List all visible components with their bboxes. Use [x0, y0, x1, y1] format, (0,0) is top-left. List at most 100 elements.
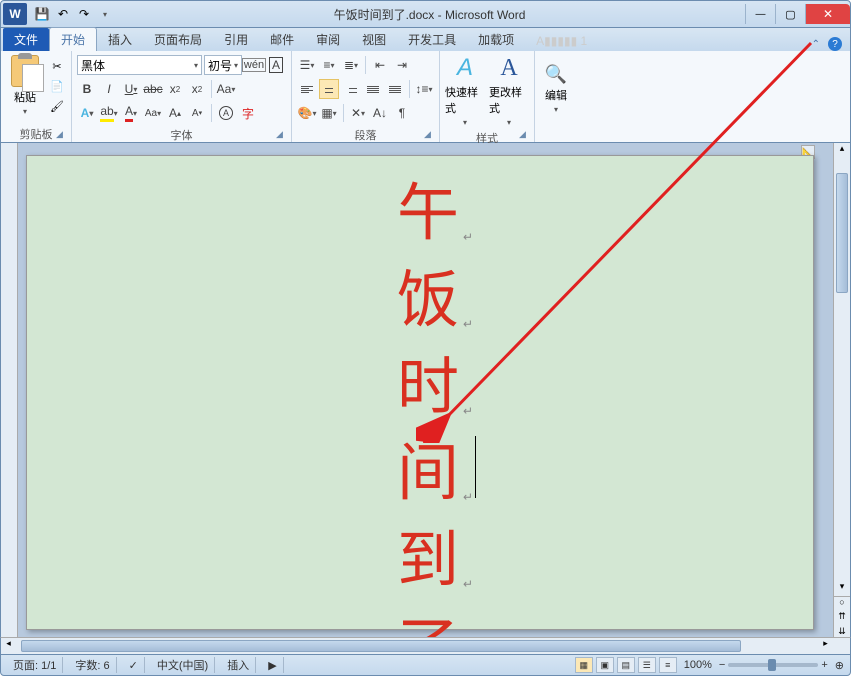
bullets-button[interactable]: ☰▾ [297, 55, 317, 75]
status-bar: 页面: 1/1 字数: 6 ✓ 中文(中国) 插入 ▶ ▦ ▣ ▤ ☰ ≡ 10… [0, 654, 851, 676]
pinyin-guide-button[interactable]: wén [244, 55, 264, 75]
font-group: 黑体▾ 初号▾ wén A B I U▾ abc x2 x2 Aa▾ A▾ [72, 51, 292, 142]
clipboard-group: 粘贴 ▾ ✂ 📄 🖌 剪贴板 ◢ [1, 51, 72, 142]
zoom-in-button[interactable]: + [821, 659, 827, 671]
zoom-slider[interactable] [728, 663, 818, 667]
font-color-button[interactable]: A▾ [121, 103, 141, 123]
maximize-button[interactable] [775, 4, 805, 24]
title-bar: W 💾 ↶ ↷ ▾ 午饭时间到了.docx - Microsoft Word [0, 0, 851, 28]
distribute-button[interactable] [385, 79, 405, 99]
align-right-button[interactable] [341, 79, 361, 99]
quick-styles-button[interactable]: A 快速样式 ▾ [445, 54, 485, 127]
qat-customize[interactable]: ▾ [96, 5, 114, 23]
change-case-button[interactable]: Aa▾ [216, 79, 236, 99]
page[interactable]: 午↵ 饭↵ 时↵ 间↵ 到↵ 了 [26, 155, 814, 630]
scroll-thumb[interactable] [836, 173, 848, 293]
copy-button[interactable]: 📄 [48, 77, 66, 95]
paragraph-mark: ↵ [463, 403, 473, 420]
paste-button[interactable]: 粘贴 ▾ [6, 54, 44, 116]
highlight-button[interactable]: ab▾ [99, 103, 119, 123]
tab-home[interactable]: 开始 [49, 27, 97, 51]
minimize-button[interactable] [745, 4, 775, 24]
zoom-fit-button[interactable]: ⊕ [835, 659, 844, 672]
vertical-scrollbar[interactable]: ▴ ▾ ○ ⇈ ⇊ [833, 143, 850, 637]
document-viewport[interactable]: 📐 午↵ 饭↵ 时↵ 间↵ 到↵ 了 [18, 143, 833, 637]
print-layout-view[interactable]: ▦ [575, 657, 593, 673]
proofing-status[interactable]: ✓ [123, 657, 145, 673]
fullscreen-view[interactable]: ▣ [596, 657, 614, 673]
align-left-button[interactable] [297, 79, 317, 99]
window-title: 午饭时间到了.docx - Microsoft Word [114, 6, 745, 23]
borders-button[interactable]: ▦▾ [319, 103, 339, 123]
paragraph-mark: ↵ [463, 316, 473, 333]
help-icon[interactable]: ? [828, 37, 842, 51]
text-effects-button[interactable]: A▾ [77, 103, 97, 123]
numbering-button[interactable]: ≡▾ [319, 55, 339, 75]
tab-developer[interactable]: 开发工具 [397, 28, 467, 51]
line-spacing-button[interactable]: ↕≡▾ [414, 79, 434, 99]
horizontal-scrollbar[interactable]: ◂ ▸ [0, 637, 851, 654]
tab-references[interactable]: 引用 [213, 28, 259, 51]
sort-button[interactable]: A↓ [370, 103, 390, 123]
redo-button[interactable]: ↷ [75, 5, 93, 23]
document-area: 📐 午↵ 饭↵ 时↵ 间↵ 到↵ 了 ▴ ▾ ○ ⇈ ⇊ [0, 143, 851, 637]
tab-addins[interactable]: 加载项 [467, 28, 525, 51]
tab-review[interactable]: 审阅 [305, 28, 351, 51]
multilevel-button[interactable]: ≣▾ [341, 55, 361, 75]
char-shading-button[interactable]: Aa▾ [143, 103, 163, 123]
minimize-ribbon-icon[interactable]: ⌃ [812, 39, 820, 50]
superscript-button[interactable]: x2 [187, 79, 207, 99]
shading-button[interactable]: 🎨▾ [297, 103, 317, 123]
word-count-status[interactable]: 字数: 6 [69, 657, 116, 673]
page-number-status[interactable]: 页面: 1/1 [7, 657, 63, 673]
show-marks-button[interactable]: ¶ [392, 103, 412, 123]
outline-view[interactable]: ☰ [638, 657, 656, 673]
justify-button[interactable] [363, 79, 383, 99]
grow-font-button[interactable]: A▴ [165, 103, 185, 123]
undo-button[interactable]: ↶ [54, 5, 72, 23]
underline-button[interactable]: U▾ [121, 79, 141, 99]
paragraph-mark: ↵ [463, 489, 473, 506]
tab-file[interactable]: 文件 [3, 28, 49, 51]
clipboard-launcher[interactable]: ◢ [56, 129, 68, 141]
draft-view[interactable]: ≡ [659, 657, 677, 673]
paragraph-mark: ↵ [463, 229, 473, 246]
macro-status[interactable]: ▶ [262, 657, 283, 673]
font-launcher[interactable]: ◢ [276, 129, 288, 141]
strikethrough-button[interactable]: abc [143, 79, 163, 99]
font-name-select[interactable]: 黑体▾ [77, 55, 202, 75]
insert-mode-status[interactable]: 插入 [221, 657, 256, 673]
paragraph-launcher[interactable]: ◢ [424, 129, 436, 141]
tab-view[interactable]: 视图 [351, 28, 397, 51]
close-button[interactable] [805, 4, 850, 24]
subscript-button[interactable]: x2 [165, 79, 185, 99]
document-text[interactable]: 午↵ 饭↵ 时↵ 间↵ 到↵ 了 [397, 171, 813, 637]
cut-button[interactable]: ✂ [48, 57, 66, 75]
format-painter-button[interactable]: 🖌 [48, 97, 66, 115]
language-status[interactable]: 中文(中国) [151, 657, 215, 673]
decrease-indent-button[interactable]: ⇤ [370, 55, 390, 75]
asian-layout-button[interactable]: ✕▾ [348, 103, 368, 123]
tab-mailings[interactable]: 邮件 [259, 28, 305, 51]
styles-launcher[interactable]: ◢ [519, 129, 531, 141]
web-layout-view[interactable]: ▤ [617, 657, 635, 673]
clear-format-button[interactable]: 字 [238, 103, 258, 123]
zoom-out-button[interactable]: − [719, 659, 725, 671]
font-size-select[interactable]: 初号▾ [204, 55, 242, 75]
align-center-button[interactable] [319, 79, 339, 99]
enclose-char-button[interactable]: A [216, 103, 236, 123]
save-button[interactable]: 💾 [33, 5, 51, 23]
zoom-level[interactable]: 100% [684, 659, 712, 671]
shrink-font-button[interactable]: A▾ [187, 103, 207, 123]
italic-button[interactable]: I [99, 79, 119, 99]
change-styles-button[interactable]: A 更改样式 ▾ [489, 54, 529, 127]
char-border-button[interactable]: A [266, 55, 286, 75]
tab-extra[interactable]: A▮▮▮▮▮ 1 [525, 31, 598, 51]
vertical-ruler[interactable] [1, 143, 18, 637]
bold-button[interactable]: B [77, 79, 97, 99]
tab-insert[interactable]: 插入 [97, 28, 143, 51]
increase-indent-button[interactable]: ⇥ [392, 55, 412, 75]
paste-dropdown-icon: ▾ [23, 107, 27, 116]
find-button[interactable]: 🔍 编辑 ▾ [540, 54, 572, 123]
tab-layout[interactable]: 页面布局 [143, 28, 213, 51]
